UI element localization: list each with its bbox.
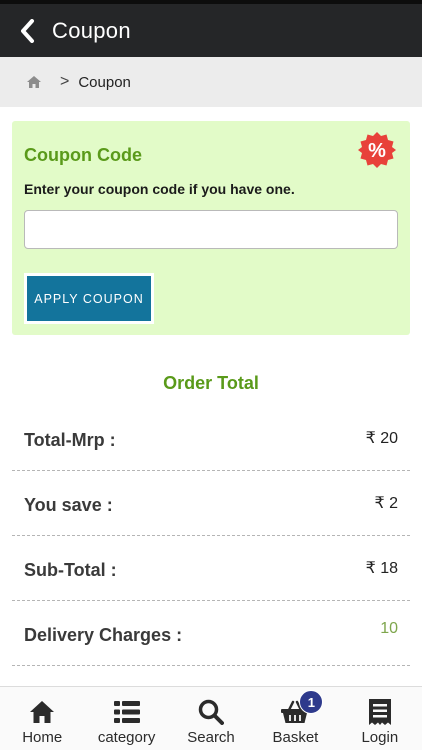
order-row-value: ₹ 2: [374, 495, 398, 512]
breadcrumb: > Coupon: [0, 57, 422, 107]
bottom-navigation: Home category Search 1 Basket Login: [0, 686, 422, 750]
app-header: Coupon: [0, 4, 422, 57]
coupon-code-input[interactable]: [24, 210, 398, 249]
order-row-you-save: You save : ₹ 2: [12, 471, 410, 536]
home-icon: [28, 699, 56, 725]
home-icon: [27, 76, 41, 88]
receipt-icon: [366, 699, 394, 725]
chevron-left-icon: [21, 18, 34, 43]
nav-label: Home: [22, 729, 63, 746]
breadcrumb-separator: >: [60, 73, 70, 90]
nav-basket[interactable]: 1 Basket: [253, 687, 337, 750]
order-row-total-mrp: Total-Mrp : ₹ 20: [12, 406, 410, 471]
order-total-title: Order Total: [163, 373, 259, 393]
coupon-title: Coupon Code: [24, 145, 142, 165]
basket-count-badge: 1: [299, 690, 324, 714]
order-row-label: Sub-Total :: [24, 560, 117, 580]
apply-coupon-button[interactable]: APPLY COUPON: [27, 276, 151, 321]
order-row-delivery-charges: Delivery Charges : 10: [12, 601, 410, 666]
breadcrumb-current: Coupon: [78, 73, 131, 91]
order-row-value: ₹ 20: [365, 430, 398, 447]
nav-label: Login: [361, 729, 399, 746]
breadcrumb-home[interactable]: [26, 74, 44, 90]
order-row-label: You save :: [24, 495, 113, 515]
list-icon: [113, 699, 141, 725]
nav-label: Basket: [272, 729, 319, 746]
order-row-value: ₹ 18: [365, 560, 398, 577]
nav-label: Search: [187, 729, 235, 746]
nav-category[interactable]: category: [84, 687, 168, 750]
order-row-label: Delivery Charges :: [24, 625, 183, 645]
apply-coupon-wrapper: APPLY COUPON: [24, 273, 154, 324]
search-icon: [197, 699, 225, 725]
discount-badge-icon: %: [358, 131, 396, 169]
nav-home[interactable]: Home: [0, 687, 84, 750]
discount-badge-symbol: %: [368, 140, 386, 162]
nav-search[interactable]: Search: [169, 687, 253, 750]
order-row-value: 10: [380, 620, 398, 637]
nav-login[interactable]: Login: [338, 687, 422, 750]
nav-label: category: [97, 729, 156, 746]
back-button[interactable]: [2, 4, 52, 57]
order-row-sub-total: Sub-Total : ₹ 18: [12, 536, 410, 601]
coupon-instructions: Enter your coupon code if you have one.: [24, 181, 295, 197]
coupon-panel: Coupon Code % Enter your coupon code if …: [12, 121, 410, 335]
order-row-label: Total-Mrp :: [24, 430, 116, 450]
page-title: Coupon: [52, 17, 131, 43]
